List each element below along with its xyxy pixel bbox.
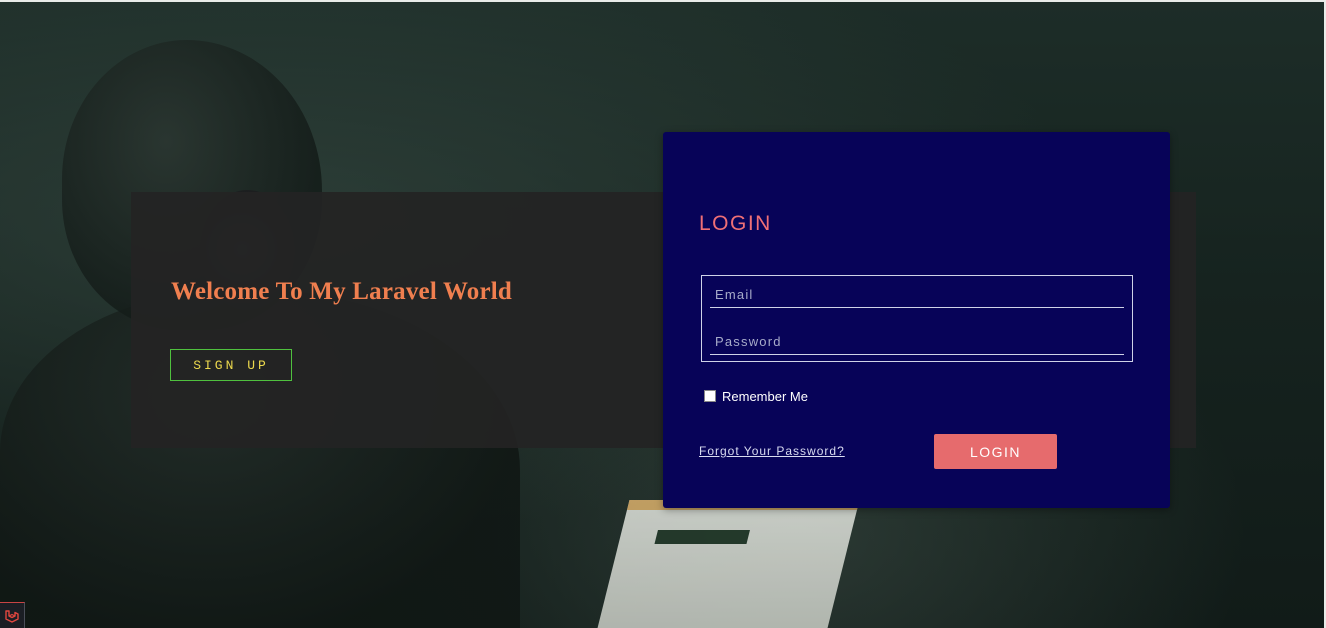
credentials-box (701, 275, 1133, 362)
login-button[interactable]: LOGIN (934, 434, 1057, 469)
background-laptop-screen (594, 500, 860, 628)
email-input[interactable] (710, 282, 1124, 308)
laravel-icon-graphic (5, 609, 19, 623)
forgot-password-link[interactable]: Forgot Your Password? (699, 444, 845, 458)
welcome-title: Welcome To My Laravel World (171, 278, 513, 305)
login-title: LOGIN (699, 212, 772, 235)
signup-button[interactable]: SIGN UP (170, 349, 292, 381)
password-input[interactable] (710, 329, 1124, 355)
login-page: Welcome To My Laravel World SIGN UP LOGI… (0, 0, 1326, 628)
laravel-icon[interactable] (0, 602, 25, 628)
remember-me-row[interactable]: Remember Me (704, 387, 808, 404)
login-card: LOGIN Remember Me Forgot Your Password? … (663, 132, 1170, 508)
remember-me-checkbox[interactable] (704, 389, 716, 402)
remember-me-label: Remember Me (722, 389, 808, 404)
